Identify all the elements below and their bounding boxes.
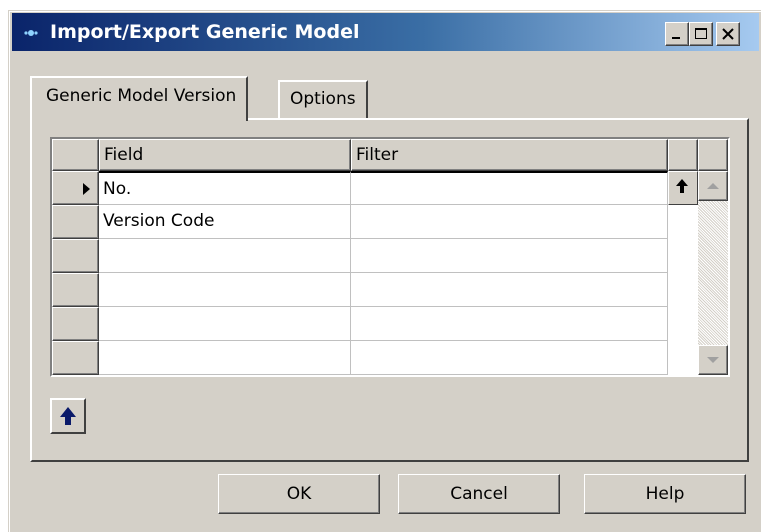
- ok-button[interactable]: OK: [218, 474, 380, 514]
- window-title: Import/Export Generic Model: [50, 21, 360, 43]
- close-icon: [722, 28, 734, 40]
- cancel-button[interactable]: Cancel: [398, 474, 560, 514]
- tab-options[interactable]: Options: [278, 80, 368, 118]
- minimize-button[interactable]: [665, 22, 689, 46]
- tab-generic-model-version[interactable]: Generic Model Version: [30, 76, 249, 121]
- minimize-icon: [672, 37, 680, 39]
- tab-panel: [30, 118, 749, 462]
- title-bar[interactable]: Import/Export Generic Model: [12, 13, 759, 51]
- maximize-button[interactable]: [689, 22, 713, 46]
- maximize-icon: [695, 28, 707, 39]
- tab-options-label: Options: [290, 89, 356, 109]
- help-button[interactable]: Help: [584, 474, 746, 514]
- close-button[interactable]: [716, 22, 740, 46]
- app-icon: [24, 30, 38, 36]
- tab-generic-model-version-label: Generic Model Version: [46, 86, 237, 106]
